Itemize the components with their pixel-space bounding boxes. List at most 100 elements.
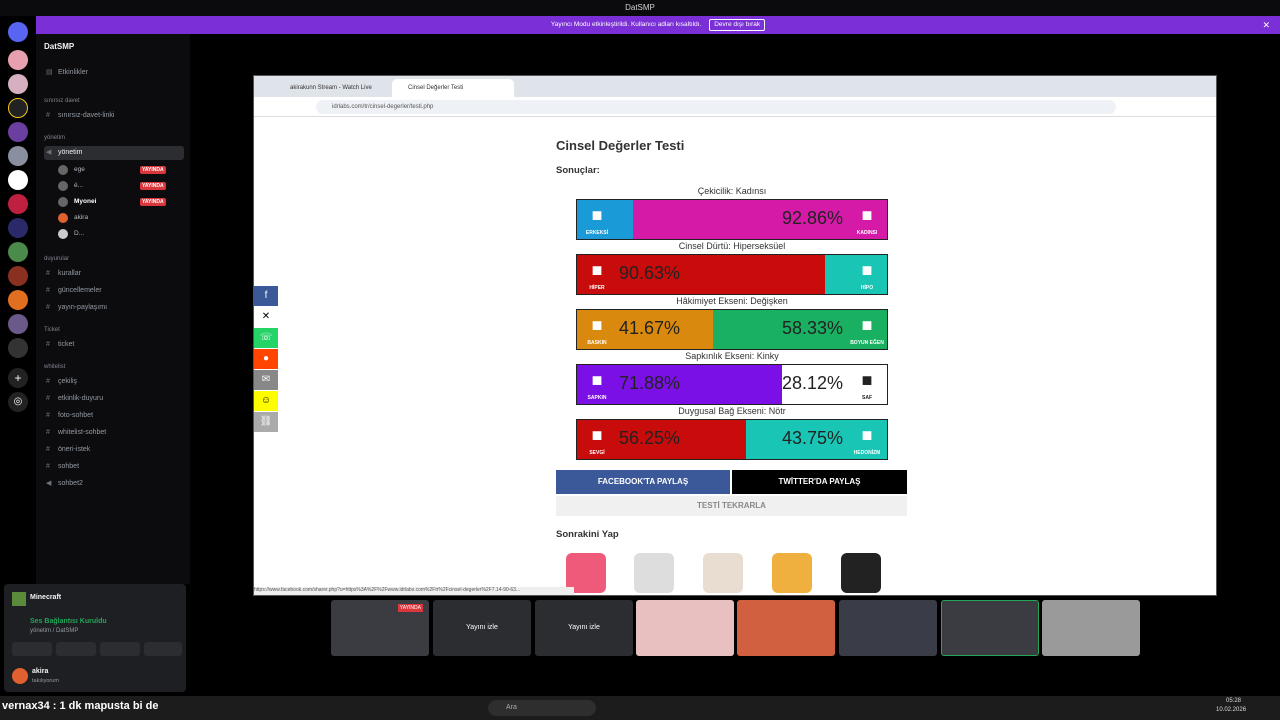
participant-tile[interactable] — [839, 600, 937, 656]
participant-tile[interactable] — [636, 600, 734, 656]
right-pole-name: HEDONİZM — [853, 450, 881, 456]
axis-label: Çekicilik: Kadınsı — [697, 186, 767, 196]
voice-user[interactable]: Myonei YAYINDA — [58, 195, 182, 209]
whatsapp-icon[interactable]: ☏ — [254, 328, 278, 348]
test-thumbnail[interactable] — [772, 553, 812, 593]
participant-tile[interactable] — [737, 600, 835, 656]
channel-invite[interactable]: # sınırsız-davet-linki — [44, 109, 184, 123]
category-invite[interactable]: sınırsız davet — [44, 98, 80, 104]
test-thumbnail[interactable] — [841, 553, 881, 593]
streamer-mode-banner: Yayıncı Modu etkinleştirildi. Kullanıcı … — [36, 16, 1280, 34]
activity-button[interactable] — [100, 642, 140, 656]
voice-status[interactable]: Ses Bağlantısı Kuruldu — [30, 618, 107, 625]
channel-ticket[interactable]: # ticket — [44, 338, 184, 352]
server-icon[interactable] — [8, 338, 28, 358]
chat-ticker: vernax34 : 1 dk mapusta bi de — [2, 700, 159, 712]
server-icon[interactable] — [8, 290, 28, 310]
facebook-share-button[interactable]: FACEBOOK'TA PAYLAŞ — [556, 470, 730, 494]
hash-icon: # — [46, 112, 50, 119]
retry-button[interactable]: TESTİ TEKRARLA — [556, 496, 907, 516]
channel-share[interactable]: # yayın-paylaşımı — [44, 301, 184, 315]
minecraft-icon — [12, 592, 26, 606]
server-icon[interactable] — [8, 146, 28, 166]
camera-button[interactable] — [12, 642, 52, 656]
server-icon[interactable] — [8, 98, 28, 118]
category-ticket[interactable]: Ticket — [44, 327, 60, 333]
stream-tile[interactable]: YAYINDA — [331, 600, 429, 656]
avatar[interactable] — [12, 668, 28, 684]
channel-label: sohbet — [58, 463, 80, 470]
category-whitelist[interactable]: whitelist — [44, 364, 65, 370]
tab-test[interactable]: Cinsel Değerler Testi — [392, 79, 514, 97]
facebook-icon[interactable]: f — [254, 286, 278, 306]
right-pole-icon: ■ KADINSI — [847, 200, 887, 239]
stream-tile[interactable]: Yayını izle — [535, 600, 633, 656]
channel-admin-voice[interactable]: ◀ yönetim — [44, 146, 184, 160]
server-icon[interactable] — [8, 314, 28, 334]
left-pole-icon: ■ ERKEKSİ — [577, 200, 617, 239]
axis-bar: ■ HİPER ■ HİPO 90.63% — [576, 254, 888, 295]
twitter-share-button[interactable]: TWİTTER'DA PAYLAŞ — [732, 470, 907, 494]
channel-wl[interactable]: # sohbet — [44, 460, 184, 474]
server-icon[interactable] — [8, 218, 28, 238]
server-icon[interactable] — [8, 74, 28, 94]
left-pole-name: HİPER — [589, 285, 605, 291]
channel-updates[interactable]: # güncellemeler — [44, 284, 184, 298]
category-announcements[interactable]: duyurular — [44, 256, 69, 262]
voice-user[interactable]: akira — [58, 211, 182, 225]
channel-label: sohbet2 — [58, 480, 83, 487]
discover-icon[interactable]: ◎ — [8, 392, 28, 412]
test-thumbnail[interactable] — [634, 553, 674, 593]
discord-home-icon[interactable] — [8, 22, 28, 42]
category-admin[interactable]: yönetim — [44, 135, 65, 141]
soundboard-button[interactable] — [144, 642, 182, 656]
voice-channel[interactable]: yönetim / DatSMP — [30, 628, 78, 634]
right-percent-label: 28.12% — [781, 373, 843, 393]
participant-tile[interactable] — [1042, 600, 1140, 656]
right-pole-icon: ■ BOYUN EĞEN — [847, 310, 887, 349]
server-name[interactable]: DatSMP — [44, 42, 74, 51]
fb-label: FACEBOOK'TA PAYLAŞ — [556, 470, 730, 494]
left-pole-name: BASKIN — [587, 340, 607, 346]
voice-user[interactable]: é... YAYINDA — [58, 179, 182, 193]
disable-button[interactable]: Devre dışı bırak — [709, 19, 766, 31]
url-input[interactable]: idrlabs.com/tr/cinsel-degerler/testi.php — [316, 100, 1116, 114]
link-icon[interactable]: ⛓ — [254, 412, 278, 432]
user-name: é... — [74, 182, 84, 189]
participant-tile[interactable] — [941, 600, 1039, 656]
add-server-icon[interactable]: + — [8, 368, 28, 388]
channel-rules[interactable]: # kurallar — [44, 267, 184, 281]
snapchat-icon[interactable]: ☺ — [254, 391, 278, 411]
tab-kick[interactable]: akirakunn Stream - Watch Live — [274, 79, 390, 97]
activity-name: Minecraft — [30, 594, 62, 601]
screen-share-button[interactable] — [56, 642, 96, 656]
channel-wl[interactable]: # çekiliş — [44, 375, 184, 389]
channel-sidebar: DatSMP ▤ Etkinlikler sınırsız davet # sını… — [36, 34, 190, 584]
reddit-icon[interactable]: ● — [254, 349, 278, 369]
events-item[interactable]: ▤ Etkinlikler — [44, 66, 184, 80]
close-icon[interactable]: ✕ — [1262, 16, 1270, 34]
status-bar-url: https://www.facebook.com/sharer.php?u=ht… — [254, 587, 574, 595]
channel-wl[interactable]: # öneri-istek — [44, 443, 184, 457]
server-icon[interactable] — [8, 242, 28, 262]
server-icon[interactable] — [8, 266, 28, 286]
search-box[interactable]: Ara — [488, 700, 596, 716]
stream-tile[interactable]: Yayını izle — [433, 600, 531, 656]
server-icon[interactable] — [8, 122, 28, 142]
x-icon[interactable]: ✕ — [254, 307, 278, 327]
page-content: Cinsel Değerler Testi Sonuçlar: Çekicili… — [254, 117, 1216, 595]
channel-wl[interactable]: # whitelist-sohbet — [44, 426, 184, 440]
server-icon[interactable] — [8, 194, 28, 214]
voice-user[interactable]: ege YAYINDA — [58, 163, 182, 177]
user-name: akira — [32, 668, 49, 675]
voice-user[interactable]: D... — [58, 227, 182, 241]
channel-wl[interactable]: ◀ sohbet2 — [44, 477, 184, 491]
channel-wl[interactable]: # etkinlik-duyuru — [44, 392, 184, 406]
left-pole-name: ERKEKSİ — [585, 230, 609, 236]
test-thumbnail[interactable] — [703, 553, 743, 593]
server-icon[interactable] — [8, 170, 28, 190]
server-icon[interactable] — [8, 50, 28, 70]
left-pole-name: SAPKIN — [587, 395, 607, 401]
mail-icon[interactable]: ✉ — [254, 370, 278, 390]
channel-wl[interactable]: # foto-sohbet — [44, 409, 184, 423]
